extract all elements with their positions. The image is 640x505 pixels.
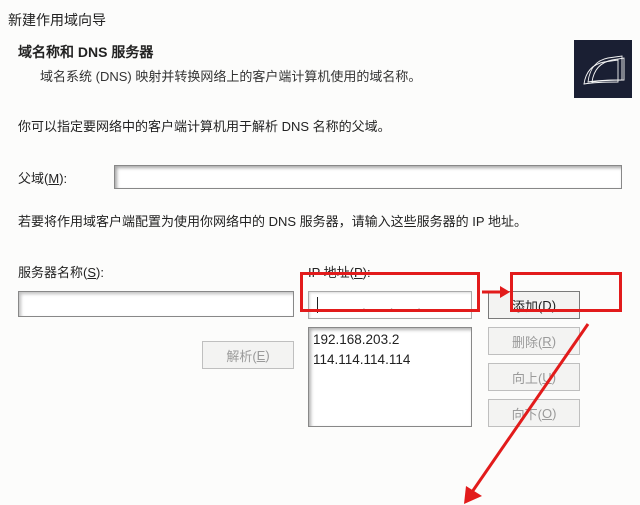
intro-text: 你可以指定要网络中的客户端计算机用于解析 DNS 名称的父域。: [18, 116, 622, 135]
parent-domain-input[interactable]: [114, 165, 622, 189]
dns-hint-text: 若要将作用域客户端配置为使用你网络中的 DNS 服务器，请输入这些服务器的 IP…: [18, 211, 622, 230]
header-description: 域名系统 (DNS) 映射并转换网络上的客户端计算机使用的域名称。: [40, 66, 636, 85]
move-down-button[interactable]: 向下(O): [488, 399, 580, 427]
ip-address-input[interactable]: ...: [308, 291, 472, 319]
list-item[interactable]: 114.114.114.114: [313, 350, 467, 370]
resolve-button[interactable]: 解析(E): [202, 341, 294, 369]
wizard-body: 你可以指定要网络中的客户端计算机用于解析 DNS 名称的父域。 父域(M): 若…: [4, 90, 636, 427]
server-name-label: 服务器名称(S):: [18, 262, 294, 281]
move-up-button[interactable]: 向上(U): [488, 363, 580, 391]
ip-dot-separators: ...: [318, 298, 465, 313]
add-button[interactable]: 添加(D): [488, 291, 580, 319]
window-title: 新建作用域向导: [8, 10, 636, 30]
parent-domain-label: 父域(M):: [18, 168, 114, 187]
wizard-header: 域名称和 DNS 服务器 域名系统 (DNS) 映射并转换网络上的客户端计算机使…: [4, 36, 636, 90]
ip-address-list[interactable]: 192.168.203.2 114.114.114.114: [308, 327, 472, 427]
header-title: 域名称和 DNS 服务器: [18, 42, 636, 62]
remove-button[interactable]: 删除(R): [488, 327, 580, 355]
server-name-input[interactable]: [18, 291, 294, 317]
list-item[interactable]: 192.168.203.2: [313, 330, 467, 350]
ip-address-label: IP 地址(P):: [308, 262, 622, 281]
wizard-dialog: 新建作用域向导 域名称和 DNS 服务器 域名系统 (DNS) 映射并转换网络上…: [0, 0, 640, 505]
parent-domain-row: 父域(M):: [18, 165, 622, 189]
